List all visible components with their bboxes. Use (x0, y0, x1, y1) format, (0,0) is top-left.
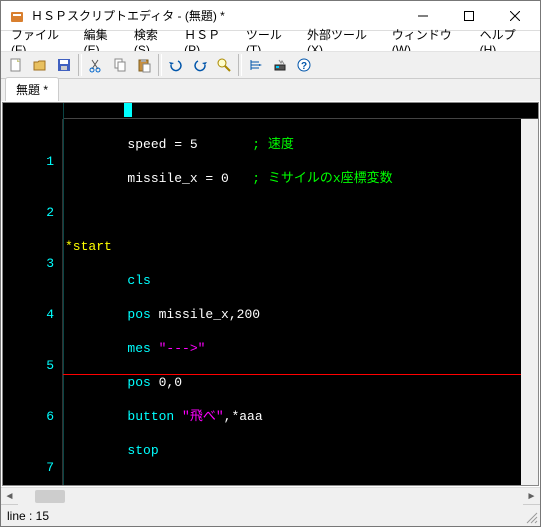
line-number: 2 (3, 204, 54, 221)
document-tab[interactable]: 無題 * (5, 77, 59, 101)
ruler (63, 103, 538, 119)
undo-button[interactable] (165, 54, 187, 76)
run-button[interactable] (245, 54, 267, 76)
scroll-right-button[interactable]: ► (523, 488, 540, 505)
toolbar: ? (1, 51, 540, 79)
compile-button[interactable] (269, 54, 291, 76)
find-button[interactable] (213, 54, 235, 76)
vertical-scrollbar[interactable] (521, 119, 538, 485)
menubar: ファイル(F) 編集(E) 検索(S) ＨＳＰ(P) ツール(T) 外部ツール(… (1, 31, 540, 51)
help-button[interactable]: ? (293, 54, 315, 76)
resize-grip[interactable] (525, 511, 539, 525)
line-number: 5 (3, 357, 54, 374)
horizontal-scrollbar[interactable]: ◄ ► (1, 487, 540, 504)
editor: 1 2 3 4 5 6 7 8 9 10 11 12 13 14 15 spee… (2, 102, 539, 486)
open-button[interactable] (29, 54, 51, 76)
scroll-thumb[interactable] (35, 490, 65, 503)
separator (158, 54, 162, 76)
paste-button[interactable] (133, 54, 155, 76)
line-gutter: 1 2 3 4 5 6 7 8 9 10 11 12 13 14 15 (3, 119, 63, 485)
line-number: 3 (3, 255, 54, 272)
status-line: line : 15 (7, 509, 49, 523)
save-button[interactable] (53, 54, 75, 76)
separator (238, 54, 242, 76)
current-line-indicator (63, 374, 538, 375)
code-text[interactable]: speed = 5 ; 速度 missile_x = 0 ; ミサイルのx座標変… (63, 119, 538, 485)
svg-text:?: ? (301, 61, 307, 72)
scroll-left-button[interactable]: ◄ (1, 488, 18, 505)
line-number: 1 (3, 153, 54, 170)
separator (78, 54, 82, 76)
new-button[interactable] (5, 54, 27, 76)
app-icon (9, 8, 25, 24)
line-number: 7 (3, 459, 54, 476)
scroll-track[interactable] (18, 488, 523, 505)
window-title: ＨＳＰスクリプトエディタ - (無題) * (31, 7, 400, 24)
cut-button[interactable] (85, 54, 107, 76)
copy-button[interactable] (109, 54, 131, 76)
code-area[interactable]: 1 2 3 4 5 6 7 8 9 10 11 12 13 14 15 spee… (3, 119, 538, 485)
line-number: 4 (3, 306, 54, 323)
ruler-caret (124, 103, 132, 117)
tabbar: 無題 * (1, 79, 540, 101)
redo-button[interactable] (189, 54, 211, 76)
statusbar: line : 15 (1, 504, 540, 526)
line-number: 6 (3, 408, 54, 425)
